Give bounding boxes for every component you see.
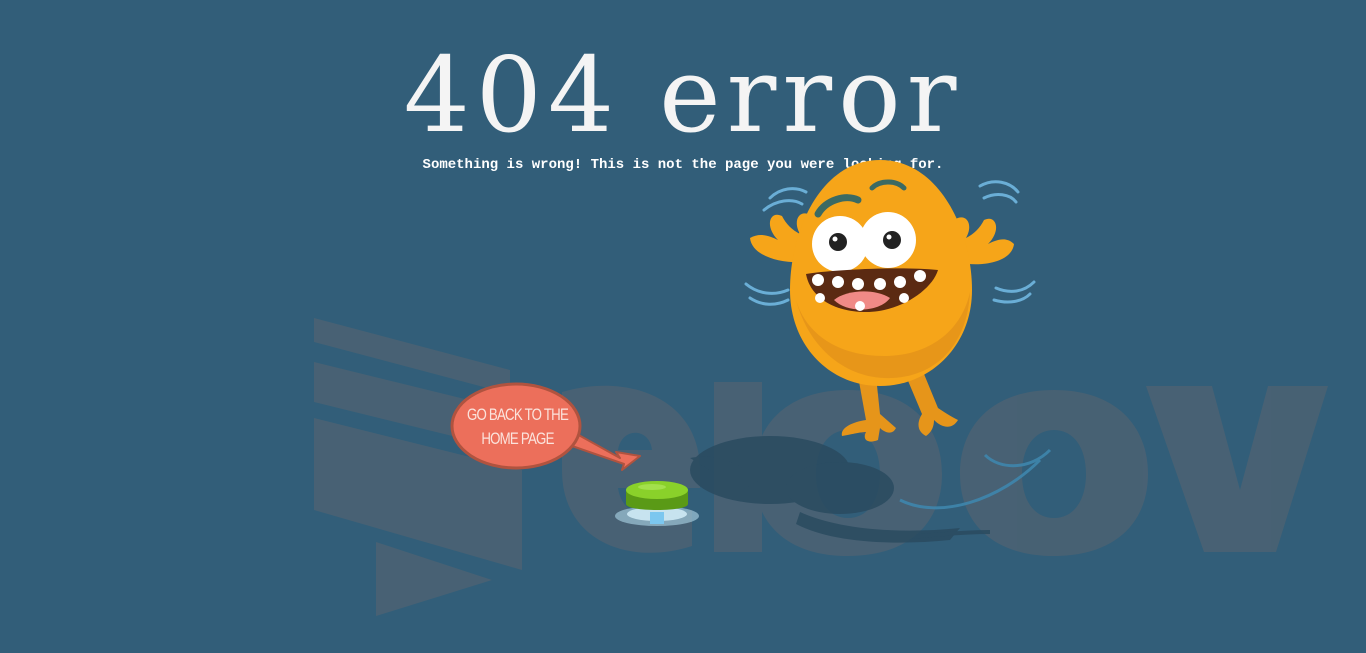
monster-shadow (690, 436, 991, 543)
bubble-text: GO BACK TO THE HOME PAGE (465, 403, 570, 451)
bubble-line-2: HOME PAGE (481, 429, 554, 448)
monster-illustration (450, 160, 1052, 543)
bubble-line-1: GO BACK TO THE (466, 405, 569, 424)
home-page-link[interactable]: GO BACK TO THE HOME PAGE (450, 383, 585, 471)
orange-monster (744, 160, 1036, 442)
green-push-button-icon[interactable] (614, 476, 700, 528)
error-page: 404 error Something is wrong! This is no… (0, 0, 1366, 653)
